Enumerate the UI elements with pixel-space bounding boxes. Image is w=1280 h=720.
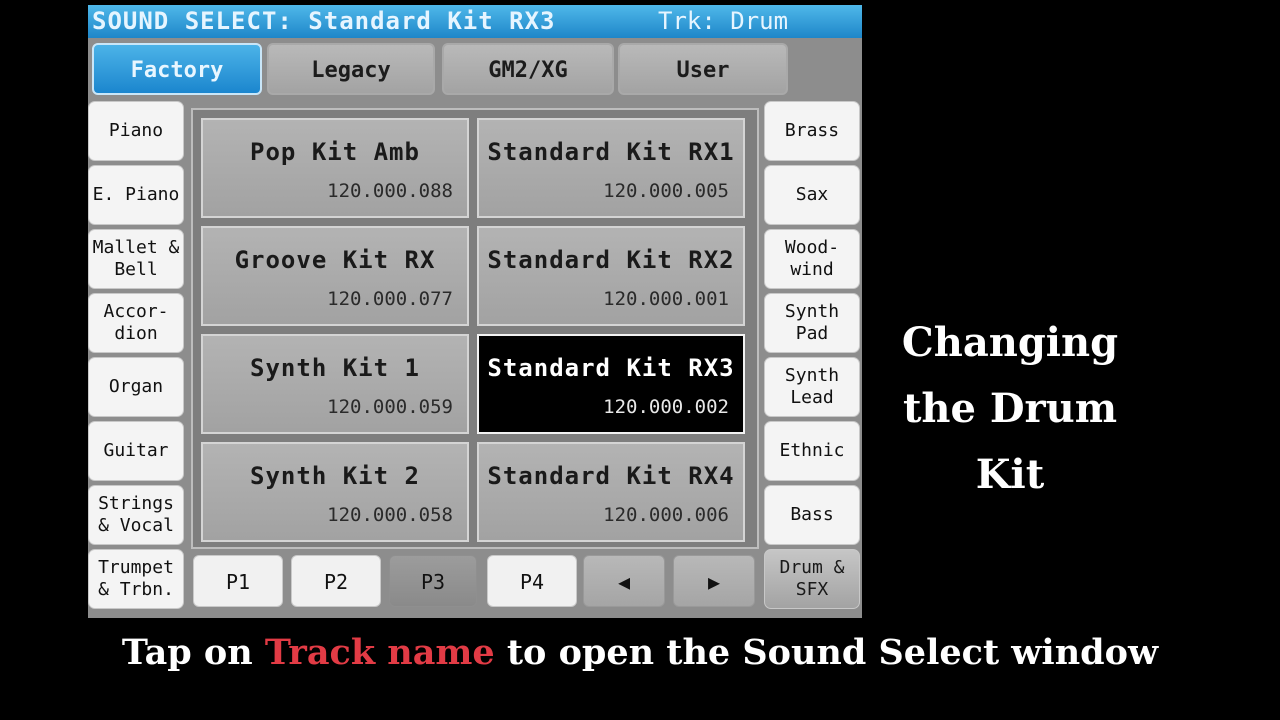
bank-tabs: Factory Legacy GM2/XG User <box>88 43 862 99</box>
category-ethnic[interactable]: Ethnic <box>764 421 860 481</box>
page-button-p2[interactable]: P2 <box>291 555 381 607</box>
category-drum-sfx[interactable]: Drum & SFX <box>764 549 860 609</box>
category-woodwind[interactable]: Wood- wind <box>764 229 860 289</box>
overlay-heading-line-2: the Drum Kit <box>902 385 1118 498</box>
window-title: SOUND SELECT: Standard Kit RX3 <box>92 7 556 35</box>
overlay-heading: Changing the Drum Kit <box>870 310 1150 508</box>
sound-button[interactable]: Standard Kit RX2 120.000.001 <box>477 226 745 326</box>
sound-number: 120.000.006 <box>603 504 729 526</box>
sound-number: 120.000.088 <box>327 180 453 202</box>
sound-select-screen: SOUND SELECT: Standard Kit RX3 Trk: Drum… <box>88 5 862 618</box>
category-synth-pad[interactable]: Synth Pad <box>764 293 860 353</box>
category-bass[interactable]: Bass <box>764 485 860 545</box>
tab-factory[interactable]: Factory <box>92 43 262 95</box>
instruction-caption: Tap on Track name to open the Sound Sele… <box>0 632 1280 673</box>
sound-name: Standard Kit RX3 <box>487 354 735 382</box>
sound-button[interactable]: Pop Kit Amb 120.000.088 <box>201 118 469 218</box>
tab-user[interactable]: User <box>618 43 788 95</box>
category-piano[interactable]: Piano <box>88 101 184 161</box>
next-page-arrow-icon[interactable]: ▶ <box>673 555 755 607</box>
sound-button[interactable]: Standard Kit RX4 120.000.006 <box>477 442 745 542</box>
page-button-p3[interactable]: P3 <box>389 555 477 607</box>
tab-legacy[interactable]: Legacy <box>267 43 435 95</box>
title-bar: SOUND SELECT: Standard Kit RX3 Trk: Drum <box>88 5 862 38</box>
category-sax[interactable]: Sax <box>764 165 860 225</box>
category-synth-lead[interactable]: Synth Lead <box>764 357 860 417</box>
caption-highlight: Track name <box>264 632 495 673</box>
sound-number: 120.000.002 <box>603 396 729 418</box>
category-e-piano[interactable]: E. Piano <box>88 165 184 225</box>
sound-number: 120.000.058 <box>327 504 453 526</box>
caption-text-after: to open the Sound Select window <box>494 632 1159 673</box>
prev-page-arrow-icon[interactable]: ◀ <box>583 555 665 607</box>
sound-name: Groove Kit RX <box>234 246 436 274</box>
sound-button-selected[interactable]: Standard Kit RX3 120.000.002 <box>477 334 745 434</box>
category-mallet-bell[interactable]: Mallet & Bell <box>88 229 184 289</box>
sound-number: 120.000.077 <box>327 288 453 310</box>
sound-button[interactable]: Groove Kit RX 120.000.077 <box>201 226 469 326</box>
track-indicator: Trk: Drum <box>658 7 789 35</box>
sound-name: Standard Kit RX4 <box>487 462 735 490</box>
category-brass[interactable]: Brass <box>764 101 860 161</box>
category-organ[interactable]: Organ <box>88 357 184 417</box>
category-accordion[interactable]: Accor- dion <box>88 293 184 353</box>
overlay-heading-line-1: Changing <box>901 319 1119 366</box>
page-button-p4[interactable]: P4 <box>487 555 577 607</box>
caption-text-before: Tap on <box>121 632 265 673</box>
sound-number: 120.000.005 <box>603 180 729 202</box>
category-trumpet-trbn[interactable]: Trumpet & Trbn. <box>88 549 184 609</box>
category-guitar[interactable]: Guitar <box>88 421 184 481</box>
sound-number: 120.000.001 <box>603 288 729 310</box>
sound-name: Standard Kit RX1 <box>487 138 735 166</box>
category-strings-vocal[interactable]: Strings & Vocal <box>88 485 184 545</box>
sound-button[interactable]: Standard Kit RX1 120.000.005 <box>477 118 745 218</box>
sound-grid: Pop Kit Amb 120.000.088 Standard Kit RX1… <box>191 108 759 549</box>
sound-name: Synth Kit 2 <box>250 462 420 490</box>
sound-name: Pop Kit Amb <box>250 138 420 166</box>
page-selector: P1 P2 P3 P4 ◀ ▶ <box>191 555 759 615</box>
sound-number: 120.000.059 <box>327 396 453 418</box>
page-button-p1[interactable]: P1 <box>193 555 283 607</box>
sound-name: Standard Kit RX2 <box>487 246 735 274</box>
sound-button[interactable]: Synth Kit 1 120.000.059 <box>201 334 469 434</box>
sound-name: Synth Kit 1 <box>250 354 420 382</box>
tab-gm2-xg[interactable]: GM2/XG <box>442 43 614 95</box>
sound-button[interactable]: Synth Kit 2 120.000.058 <box>201 442 469 542</box>
